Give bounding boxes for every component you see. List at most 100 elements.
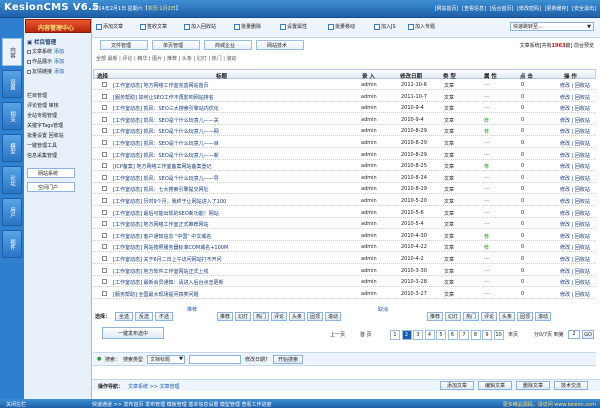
attr-scroll-button[interactable]: 滚动 <box>325 312 341 321</box>
lunar-date-link[interactable]: 农历:1月2日 <box>148 6 176 12</box>
menu-item-links[interactable]: 友情链接 添加 <box>27 68 89 76</box>
start-search-button[interactable]: 开始搜索 <box>273 355 303 364</box>
cancel-scroll-button[interactable]: 滚动 <box>535 312 551 321</box>
row-checkbox[interactable] <box>102 290 107 296</box>
bottom-delete-article-button[interactable]: 删除文章 <box>516 381 550 390</box>
batch-move-button[interactable]: 批量移动 <box>328 23 355 33</box>
invert-select-button[interactable]: 反选 <box>135 312 153 321</box>
add-article-link[interactable]: 添加 <box>54 49 64 55</box>
menu-item-column-manage[interactable]: 栏目管理 <box>27 92 89 100</box>
page-6-link[interactable]: 6 <box>447 330 458 340</box>
menu-item-collect[interactable]: 信息采集管理 <box>27 152 89 160</box>
link-admin-home[interactable]: [后台首页] <box>490 6 514 12</box>
sign-article-button[interactable]: 签收文章 <box>140 23 167 33</box>
attr-slide-button[interactable]: 幻灯 <box>235 312 251 321</box>
row-ops[interactable]: 修改 | 回收站 <box>560 152 590 159</box>
batch-delete-button[interactable]: 批量删除 <box>234 23 261 33</box>
row-ops[interactable]: 修改 | 回收站 <box>560 163 590 170</box>
link-change-password[interactable]: [修改密码] <box>517 6 541 12</box>
row-checkbox[interactable] <box>102 93 107 99</box>
tab-content[interactable]: 内容 <box>2 38 22 66</box>
row-title[interactable]: [工作室动态] 凯风：SEO是个什么玩意儿——新 <box>113 152 219 159</box>
row-ops[interactable]: 修改 | 回收站 <box>560 291 590 298</box>
bottom-edit-article-button[interactable]: 编辑文章 <box>478 381 512 390</box>
row-ops[interactable]: 修改 | 回收站 <box>560 268 590 275</box>
menu-item-tags[interactable]: 关键字Tags管理 <box>27 122 89 130</box>
subtab-shop[interactable]: 商城企业 <box>204 40 252 50</box>
row-title[interactable]: [ICP备案] 地方网络工作室备案网站备案登记 <box>113 163 211 170</box>
row-checkbox[interactable] <box>102 186 107 192</box>
row-title[interactable]: [工作室动态] 凯风：七大搜索引擎提交网址 <box>113 186 209 193</box>
row-ops[interactable]: 修改 | 回收站 <box>560 279 590 286</box>
add-js-button[interactable]: 加入JS <box>374 23 396 33</box>
page-1-link[interactable]: 1 <box>390 330 400 340</box>
menu-group-columns[interactable]: ▣ 栏目管理 <box>27 38 89 47</box>
set-attr-button[interactable]: 设置属性 <box>280 23 307 33</box>
row-checkbox[interactable] <box>102 116 107 122</box>
row-checkbox[interactable] <box>102 198 107 203</box>
tab-plugins[interactable]: 插件 <box>2 230 22 258</box>
cancel-recommend-button[interactable]: 推荐 <box>427 312 443 321</box>
row-title[interactable]: [工作室动态] 凯风：SEO是个什么玩意儿——网 <box>113 128 219 135</box>
add-article-button[interactable]: 添加文章 <box>96 23 123 33</box>
close-left-panel-link[interactable]: 关闭左栏 <box>6 401 26 408</box>
page-3-link[interactable]: 3 <box>413 330 423 340</box>
row-title[interactable]: [工作室动态] 地方网络工作室完善网站首页 <box>113 82 209 89</box>
subtab-page-manage[interactable]: 单页管理 <box>152 40 200 50</box>
menu-item-works[interactable]: 作品展示 添加 <box>27 58 89 66</box>
menu-item-topics[interactable]: 全站专题管理 <box>27 112 89 120</box>
prev-page-link[interactable]: 上一页 <box>330 331 345 338</box>
row-checkbox[interactable] <box>102 267 107 273</box>
row-checkbox[interactable] <box>102 174 107 180</box>
row-ops[interactable]: 修改 | 回收站 <box>560 117 590 124</box>
row-checkbox[interactable] <box>102 256 107 261</box>
row-title[interactable]: [工作室动态] 凯风：SEO是个什么玩意儿——关 <box>113 117 219 124</box>
search-keyword-input[interactable] <box>189 355 241 364</box>
row-ops[interactable]: 修改 | 回收站 <box>560 128 590 135</box>
first-page-link[interactable]: 首 页 <box>360 331 372 338</box>
page-2-link[interactable]: 2 <box>401 330 412 340</box>
tab-related[interactable]: 相关 <box>2 102 22 130</box>
row-ops[interactable]: 修改 | 回收站 <box>560 82 590 89</box>
page-8-link[interactable]: 8 <box>470 330 481 340</box>
page-10-link[interactable]: 10 <box>493 330 504 340</box>
row-title[interactable]: [工作室动态] 凯风：SEO是个什么玩意儿——导 <box>113 175 219 182</box>
link-logout[interactable]: [安全退出] <box>572 6 596 12</box>
row-ops[interactable]: 修改 | 回收站 <box>560 186 590 193</box>
attr-headline-button[interactable]: 头条 <box>289 312 305 321</box>
row-title[interactable]: [服务帮助] 如何让SEO工作不再影响网站排名 <box>113 94 214 101</box>
nav-path[interactable]: 文章系统 >> 文章管理 <box>128 383 180 390</box>
menu-item-batch-recycle[interactable]: 批量设置 回收站 <box>27 132 89 140</box>
row-checkbox[interactable] <box>102 209 107 215</box>
bottom-tech-exchange-button[interactable]: 技术交流 <box>554 381 588 390</box>
row-title[interactable]: [服务帮助] 全国最大现场提问搞笑问题 <box>113 291 199 298</box>
row-ops[interactable]: 修改 | 回收站 <box>560 140 590 147</box>
row-ops[interactable]: 修改 | 回收站 <box>560 221 590 228</box>
add-work-link[interactable]: 添加 <box>54 59 64 65</box>
add-topic-button[interactable]: 加入专题 <box>408 23 435 33</box>
tab-forum[interactable]: 论坛 <box>2 166 22 194</box>
row-ops[interactable]: 修改 | 回收站 <box>560 105 590 112</box>
quick-channel-links[interactable]: 快速通道 >> 发布首页 发布管理 模板管理 基本信息设置 模型管理 查看工作进… <box>92 401 272 408</box>
row-title[interactable]: [工作室动态] 网站按照服务器标准COM域名+100M <box>113 244 228 251</box>
row-ops[interactable]: 修改 | 回收站 <box>560 198 590 205</box>
tab-users[interactable]: 用户 <box>2 198 22 226</box>
row-checkbox[interactable] <box>102 221 107 227</box>
subtab-file-manage[interactable]: 文件管理 <box>100 40 148 50</box>
attr-comment-button[interactable]: 评论 <box>271 312 287 321</box>
page-7-link[interactable]: 7 <box>459 330 469 340</box>
row-ops[interactable]: 修改 | 回收站 <box>560 210 590 217</box>
last-page-link[interactable]: 末页 <box>508 331 518 338</box>
link-view-info[interactable]: [查看信息] <box>462 6 486 12</box>
cancel-top-button[interactable]: 固顶 <box>517 312 533 321</box>
row-checkbox[interactable] <box>102 105 107 111</box>
link-update-cache[interactable]: [更新缓存] <box>545 6 569 12</box>
search-type-select[interactable]: 文档标题 ▼ <box>147 355 185 364</box>
cancel-slide-button[interactable]: 幻灯 <box>445 312 461 321</box>
filter-breadcrumb[interactable]: 全部 最新 | 评论 | 精华 | 图片 | 推荐 | 头条 | 幻灯 | 热门… <box>96 55 237 62</box>
row-ops[interactable]: 修改 | 回收站 <box>560 175 590 182</box>
subtab-tech[interactable]: 网站技术 <box>256 40 304 50</box>
page-5-link[interactable]: 5 <box>436 330 446 340</box>
row-title[interactable]: [工作室动态] 凯风：SEO是个什么玩意儿——目 <box>113 140 219 147</box>
row-checkbox[interactable] <box>102 128 107 134</box>
